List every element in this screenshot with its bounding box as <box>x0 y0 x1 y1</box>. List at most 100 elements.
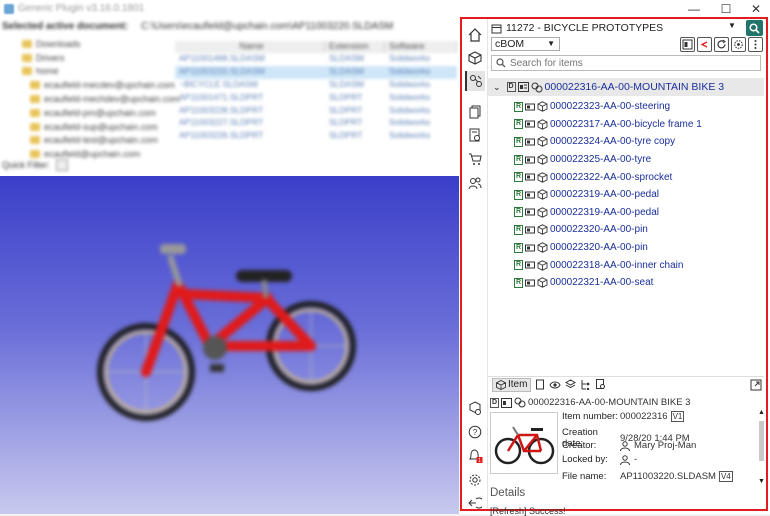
folder-icon <box>22 39 32 48</box>
col-name[interactable]: Name <box>175 41 325 53</box>
tab-structure[interactable] <box>580 378 591 392</box>
bom-node-label: 000022321-AA-00-seat <box>550 277 654 289</box>
scroll-thumb[interactable] <box>759 421 764 461</box>
table-row[interactable]: AP11003227.SLDPRT SLDPRT Solidworks <box>175 117 457 130</box>
sign-out-button[interactable] <box>465 493 485 513</box>
folder-tree[interactable]: Downloads Drivers home ecaufield-mecdev@upc… <box>2 37 180 167</box>
reorder-button[interactable] <box>697 37 712 52</box>
folder-tree-item[interactable]: ecaufield-test@upchain.com <box>2 134 170 148</box>
bom-node[interactable]: R 000022324-AA-00-tyre copy <box>514 133 675 151</box>
calendar-icon <box>491 24 502 33</box>
bom-node-label: 000022317-AA-00-bicycle frame 1 <box>550 118 702 130</box>
folder-tree-item[interactable]: ecaufield-mecdev@upchain.com <box>2 78 175 92</box>
detail-scrollbar[interactable]: ▲ ▼ <box>757 409 766 485</box>
released-badge: R <box>514 154 523 165</box>
tab-item[interactable]: Item <box>492 377 532 392</box>
reports-button[interactable] <box>465 125 485 145</box>
bom-type-select[interactable]: cBOM ▼ <box>491 37 560 51</box>
table-row[interactable]: AP11003226.SLDPRT SLDPRT Solidworks <box>175 130 457 143</box>
item-search-input[interactable] <box>510 57 750 69</box>
global-search-button[interactable] <box>746 20 763 36</box>
tab-reports[interactable] <box>595 378 606 392</box>
cube-icon <box>537 154 548 165</box>
scroll-up-icon[interactable]: ▲ <box>757 409 766 416</box>
title-bar: Generic Plugin v3.16.0.1801 — ☐ ✕ <box>0 0 770 17</box>
bom-node[interactable]: R 000022319-AA-00-pedal <box>514 186 659 204</box>
bom-node[interactable]: R 000022325-AA-00-tyre <box>514 151 651 169</box>
layout-button[interactable] <box>680 37 695 52</box>
items-button[interactable] <box>465 48 485 68</box>
purchasing-button[interactable] <box>465 149 485 169</box>
expand-chevron-icon[interactable]: ⌄ <box>493 82 501 93</box>
table-row[interactable]: AP11001471.SLDPRT SLDPRT Solidworks <box>175 92 457 105</box>
folder-tree-item[interactable]: ecaufield-pm@upchain.com <box>2 106 170 120</box>
external-link-icon <box>750 379 762 390</box>
tab-watchers[interactable] <box>549 378 562 392</box>
table-row[interactable]: AP11003228.SLDPRT SLDPRT Solidworks <box>175 105 457 118</box>
plugin-panel: ? 1 11272 - BICYCLE PROTOTYPES ▼ cBOM ▼ … <box>460 17 768 516</box>
help-button[interactable]: ? <box>465 422 485 442</box>
cube-icon <box>537 207 548 218</box>
minimize-button[interactable]: — <box>678 0 710 17</box>
table-row[interactable]: AP11003220.SLDASM SLDASM Solidworks <box>175 65 457 79</box>
table-row[interactable]: AP11001468.SLDASM SLDASM Solidworks <box>175 53 457 66</box>
item-search[interactable] <box>491 55 761 71</box>
project-name: 11272 - BICYCLE PROTOTYPES <box>506 22 664 34</box>
table-row[interactable]: ~BICYCLE.SLDASM SLDASM Solidworks <box>175 79 457 92</box>
bom-root-label[interactable]: 000022316-AA-00-MOUNTAIN BIKE 3 <box>545 81 725 93</box>
folder-tree-item[interactable]: Drivers <box>2 51 170 65</box>
file-name: AP11003220.SLDASM <box>620 471 716 482</box>
users-button[interactable] <box>465 173 485 193</box>
released-badge: R <box>514 224 523 235</box>
file-table[interactable]: Name Extension Software AP11001468.SLDAS… <box>175 41 457 171</box>
settings-button[interactable] <box>465 470 485 490</box>
project-selector[interactable]: 11272 - BICYCLE PROTOTYPES ▼ <box>488 20 764 36</box>
folder-tree-label: ecaufield-mecdev@upchain.com <box>44 80 175 91</box>
refresh-button[interactable] <box>714 37 729 52</box>
status-badge: D <box>506 82 516 92</box>
3d-viewport[interactable] <box>0 176 459 514</box>
table-cell: Solidworks <box>389 91 431 102</box>
notifications-button[interactable]: 1 <box>465 446 485 466</box>
folder-tree-item[interactable]: home <box>2 65 170 79</box>
bom-node[interactable]: R 000022318-AA-00-inner chain <box>514 256 683 274</box>
scroll-down-icon[interactable]: ▼ <box>757 478 766 485</box>
folder-tree-item[interactable]: Downloads <box>2 37 170 51</box>
bom-button[interactable] <box>465 71 485 91</box>
cad-button[interactable] <box>465 398 485 418</box>
documents-button[interactable] <box>465 102 485 122</box>
open-external-button[interactable] <box>750 378 762 392</box>
bom-root-row[interactable]: ⌄ D 000022316-AA-00-MOUNTAIN BIKE 3 <box>488 78 764 96</box>
released-badge: R <box>514 101 523 112</box>
bom-node[interactable]: R 000022322-AA-00-sprocket <box>514 168 672 186</box>
bom-node-label: 000022320-AA-00-pin <box>550 224 648 236</box>
folder-tree-item[interactable]: ecaufield-sup@upchain.com <box>2 120 170 134</box>
locked-by-label: Locked by: <box>562 454 608 465</box>
tab-layers[interactable] <box>565 378 577 392</box>
bom-node[interactable]: R 000022317-AA-00-bicycle frame 1 <box>514 116 702 134</box>
bom-node[interactable]: R 000022320-AA-00-pin <box>514 239 648 257</box>
maximize-button[interactable]: ☐ <box>710 0 742 17</box>
app-window: Generic Plugin v3.16.0.1801 — ☐ ✕ Select… <box>0 0 770 516</box>
bom-node[interactable]: R 000022321-AA-00-seat <box>514 274 653 292</box>
col-software[interactable]: Software <box>385 41 457 53</box>
active-doc-label: Selected active document: <box>2 21 129 32</box>
home-button[interactable] <box>465 25 485 45</box>
sync-settings-button[interactable] <box>731 37 746 52</box>
report-icon <box>596 379 606 389</box>
folder-tree-label: ecaufield-sup@upchain.com <box>44 121 158 132</box>
folder-tree-item[interactable]: ecaufield-mechdev@upchain.com <box>2 92 180 106</box>
quick-filter-input[interactable] <box>56 159 69 171</box>
folder-icon <box>22 67 32 76</box>
released-badge: R <box>514 172 523 183</box>
col-extension[interactable]: Extension <box>325 41 385 53</box>
assembly-icon <box>531 82 543 92</box>
bicycle-thumbnail <box>494 426 555 465</box>
bom-node[interactable]: R 000022320-AA-00-pin <box>514 221 648 239</box>
more-options-button[interactable] <box>748 37 763 52</box>
bom-node[interactable]: R 000022319-AA-00-pedal <box>514 204 659 222</box>
tab-documents[interactable] <box>535 378 545 392</box>
eye-icon <box>549 381 562 388</box>
close-button[interactable]: ✕ <box>740 0 770 17</box>
bom-node[interactable]: R 000022323-AA-00-steering <box>514 98 670 116</box>
